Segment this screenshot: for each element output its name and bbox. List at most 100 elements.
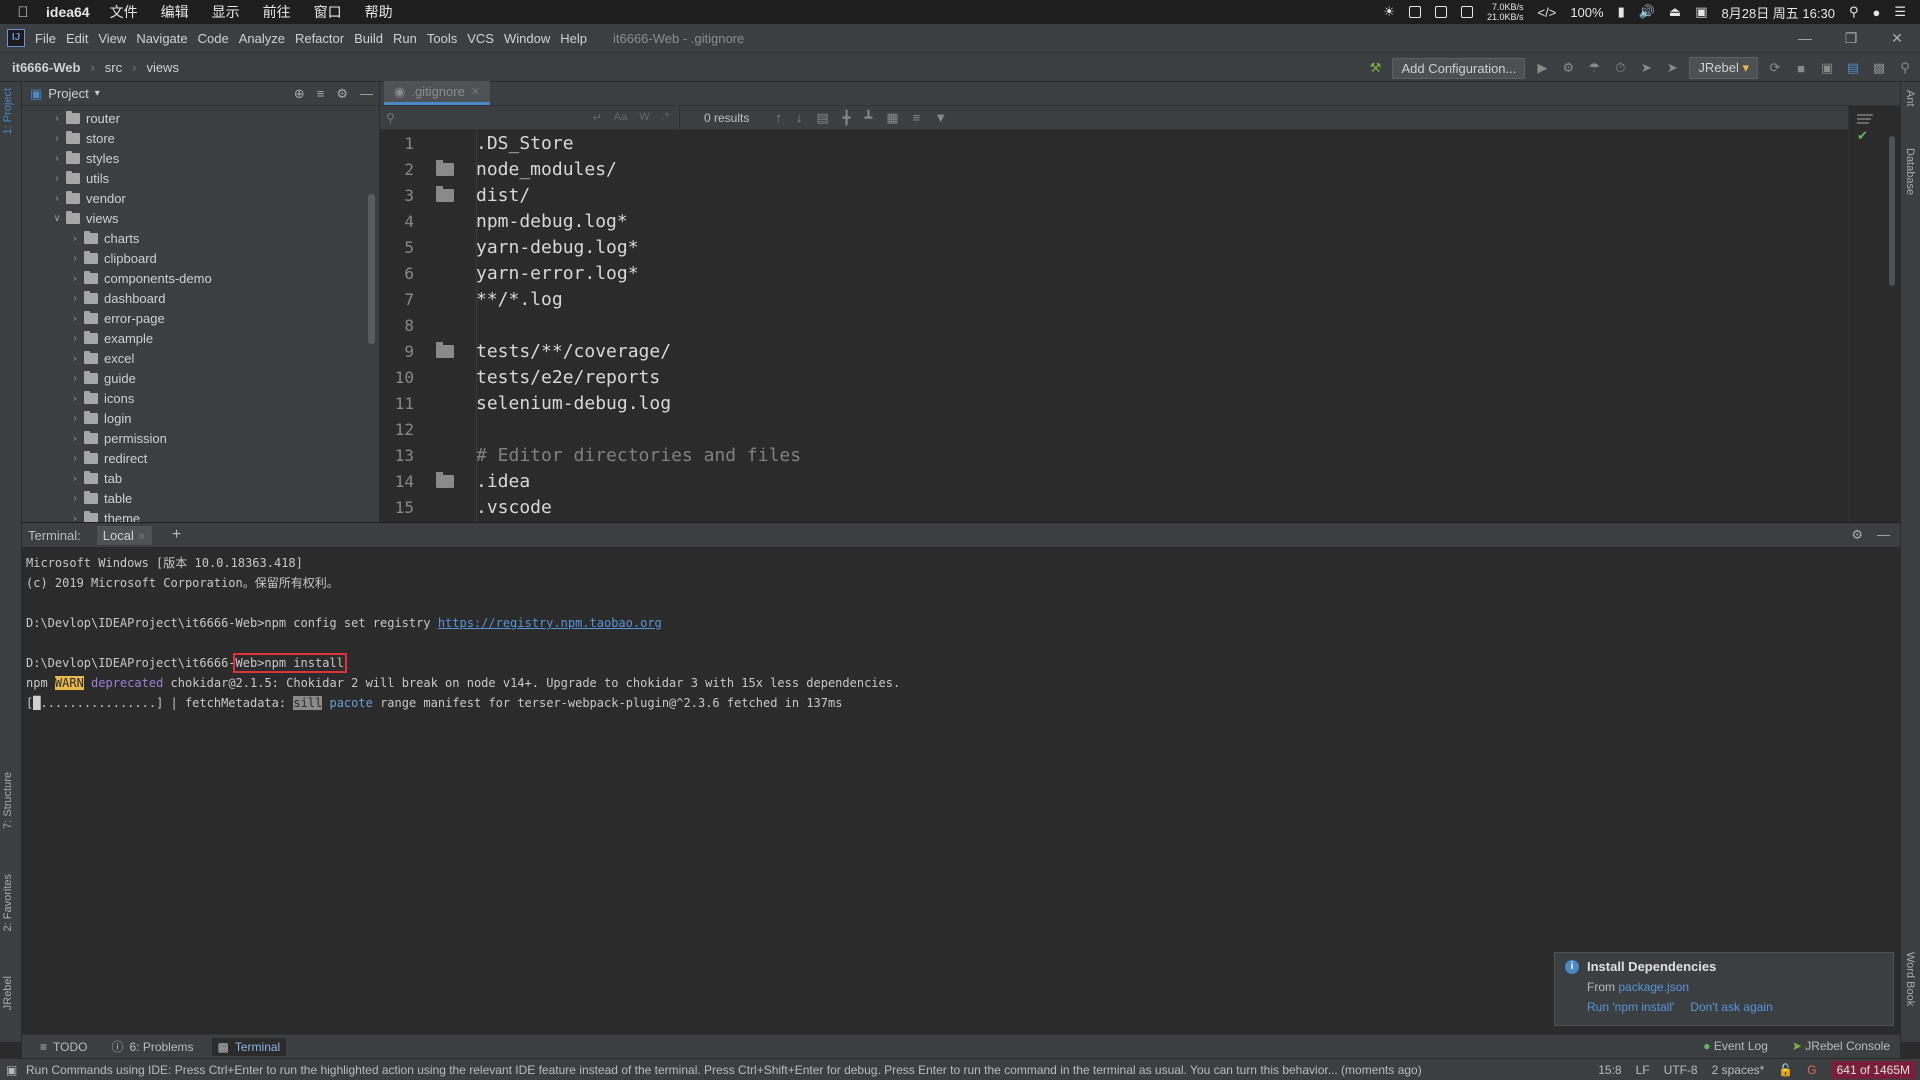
close-icon[interactable]: ✕ — [137, 532, 145, 543]
jrebel-console-button[interactable]: ➤ JRebel Console — [1792, 1039, 1890, 1053]
search-icon[interactable]: ⚲ — [1896, 59, 1914, 77]
chevron-right-icon[interactable]: › — [50, 193, 64, 204]
tree-item-vendor[interactable]: › vendor — [22, 188, 379, 208]
tool-window-ant[interactable]: Ant — [1904, 90, 1916, 107]
profile-icon[interactable]: ⏱ — [1611, 59, 1629, 77]
battery-icon[interactable]: ▮ — [1618, 4, 1625, 20]
eject-icon[interactable]: ⏏ — [1669, 4, 1681, 20]
tree-item-charts[interactable]: › charts — [22, 228, 379, 248]
tool-window-project[interactable]: 1: Project — [2, 88, 14, 134]
terminal-tab-local[interactable]: Local ✕ — [96, 525, 152, 545]
mac-menu-help[interactable]: 帮助 — [365, 2, 393, 22]
menu-code[interactable]: Code — [198, 31, 229, 46]
hide-icon[interactable]: — — [1877, 527, 1890, 543]
code-editor[interactable]: 1 .DS_Store 2 node_modules/3 dist/4 npm-debug… — [380, 130, 1848, 522]
chevron-right-icon[interactable]: › — [68, 293, 82, 304]
menu-help[interactable]: Help — [560, 31, 587, 46]
menu-window[interactable]: Window — [504, 31, 550, 46]
menu-tools[interactable]: Tools — [427, 31, 457, 46]
code-line[interactable]: 3 dist/ — [380, 182, 1848, 208]
jrebel-dropdown[interactable]: JRebel ▾ — [1689, 57, 1758, 79]
tree-item-views[interactable]: ∨ views — [22, 208, 379, 228]
inspection-ok-icon[interactable]: ✔ — [1857, 128, 1868, 144]
editor-tab-gitignore[interactable]: ◉ .gitignore ✕ — [384, 81, 491, 105]
tree-item-error-page[interactable]: › error-page — [22, 308, 379, 328]
translate-icon[interactable]: ▤ — [1844, 59, 1862, 77]
update-icon[interactable]: ⟳ — [1766, 59, 1784, 77]
code-line[interactable]: 1 .DS_Store — [380, 130, 1848, 156]
select-all-occurrences-icon[interactable]: ▤ — [816, 110, 828, 126]
event-log-button[interactable]: ● Event Log — [1703, 1039, 1768, 1053]
chevron-right-icon[interactable]: › — [50, 173, 64, 184]
tree-item-icons[interactable]: › icons — [22, 388, 379, 408]
tree-item-styles[interactable]: › styles — [22, 148, 379, 168]
code-line[interactable]: 11 selenium-debug.log — [380, 390, 1848, 416]
package-json-link[interactable]: package.json — [1618, 980, 1689, 994]
remove-occurrence-icon[interactable]: ┻ — [864, 110, 872, 126]
code-line[interactable]: 10 tests/e2e/reports — [380, 364, 1848, 390]
chevron-right-icon[interactable]: › — [68, 473, 82, 484]
memory-indicator[interactable]: 641 of 1465M — [1830, 1061, 1916, 1079]
google-icon[interactable]: G — [1807, 1063, 1816, 1077]
mac-menu-file[interactable]: 文件 — [110, 2, 138, 22]
project-view-selector[interactable]: Project — [48, 86, 88, 101]
problems-tool-button[interactable]: ⓘ 6: Problems — [105, 1036, 199, 1057]
code-line[interactable]: 5 yarn-debug.log* — [380, 234, 1848, 260]
caret-position[interactable]: 15:8 — [1598, 1063, 1621, 1077]
code-line[interactable]: 13 # Editor directories and files — [380, 442, 1848, 468]
run-npm-install-link[interactable]: Run 'npm install' — [1587, 1000, 1674, 1014]
breadcrumb-views[interactable]: views — [146, 60, 179, 75]
dont-ask-again-link[interactable]: Don't ask again — [1690, 1000, 1772, 1014]
whole-words-toggle[interactable]: W — [639, 111, 649, 124]
code-icon[interactable]: </> — [1538, 5, 1557, 20]
newline-icon[interactable]: ↵ — [593, 111, 602, 124]
tree-item-permission[interactable]: › permission — [22, 428, 379, 448]
tree-item-components-demo[interactable]: › components-demo — [22, 268, 379, 288]
code-line[interactable]: 2 node_modules/ — [380, 156, 1848, 182]
chevron-right-icon[interactable]: › — [68, 353, 82, 364]
gear-icon[interactable]: ⚙ — [1851, 527, 1863, 543]
mac-menu-view[interactable]: 显示 — [212, 2, 240, 22]
terminal-icon[interactable]: ▩ — [1870, 59, 1888, 77]
mac-menu-edit[interactable]: 编辑 — [161, 2, 189, 22]
code-line[interactable]: 14 .idea — [380, 468, 1848, 494]
chevron-right-icon[interactable]: › — [68, 453, 82, 464]
tree-item-utils[interactable]: › utils — [22, 168, 379, 188]
terminal-output[interactable]: Microsoft Windows [版本 10.0.18363.418] (c… — [22, 547, 1900, 713]
tree-item-store[interactable]: › store — [22, 128, 379, 148]
code-line[interactable]: 8 — [380, 312, 1848, 338]
find-input[interactable]: ⚲ ↵ Aa W .* — [380, 106, 680, 129]
code-line[interactable]: 9 tests/**/coverage/ — [380, 338, 1848, 364]
input-method-icon[interactable]: ▣ — [1695, 4, 1707, 20]
chevron-right-icon[interactable]: › — [68, 313, 82, 324]
mac-menu-go[interactable]: 前往 — [263, 2, 291, 22]
tree-item-table[interactable]: › table — [22, 488, 379, 508]
debug-icon[interactable]: ⚙ — [1559, 59, 1577, 77]
menu-vcs[interactable]: VCS — [467, 31, 494, 46]
select-all-icon[interactable]: ▦ — [886, 110, 898, 126]
restore-icon[interactable]: ❐ — [1828, 30, 1874, 47]
tool-window-structure[interactable]: 7: Structure — [2, 772, 14, 829]
tree-item-router[interactable]: › router — [22, 108, 379, 128]
chevron-right-icon[interactable]: › — [68, 413, 82, 424]
code-line[interactable]: 15 .vscode — [380, 494, 1848, 520]
close-tab-icon[interactable]: ✕ — [471, 85, 480, 98]
chevron-right-icon[interactable]: › — [50, 113, 64, 124]
chevron-right-icon[interactable]: › — [50, 153, 64, 164]
run-icon[interactable]: ▶ — [1533, 59, 1551, 77]
tool-window-database[interactable]: Database — [1904, 148, 1916, 195]
lock-icon[interactable]: 🔓 — [1778, 1063, 1793, 1077]
breadcrumb-src[interactable]: src — [105, 60, 122, 75]
menu-refactor[interactable]: Refactor — [295, 31, 344, 46]
chevron-down-icon[interactable]: ∨ — [50, 213, 64, 224]
code-line[interactable]: 12 — [380, 416, 1848, 442]
control-center-icon[interactable]: ☰ — [1894, 4, 1906, 20]
regex-toggle[interactable]: .* — [662, 111, 669, 124]
collapse-all-icon[interactable]: ≡ — [317, 86, 325, 102]
breadcrumb-project[interactable]: it6666-Web — [12, 60, 80, 75]
new-terminal-icon[interactable]: + — [172, 526, 181, 544]
previous-occurrence-icon[interactable]: ↑ — [775, 110, 782, 126]
chevron-right-icon[interactable]: › — [68, 253, 82, 264]
project-structure-icon[interactable]: ▣ — [1818, 59, 1836, 77]
datetime[interactable]: 8月28日 周五 16:30 — [1722, 3, 1835, 22]
